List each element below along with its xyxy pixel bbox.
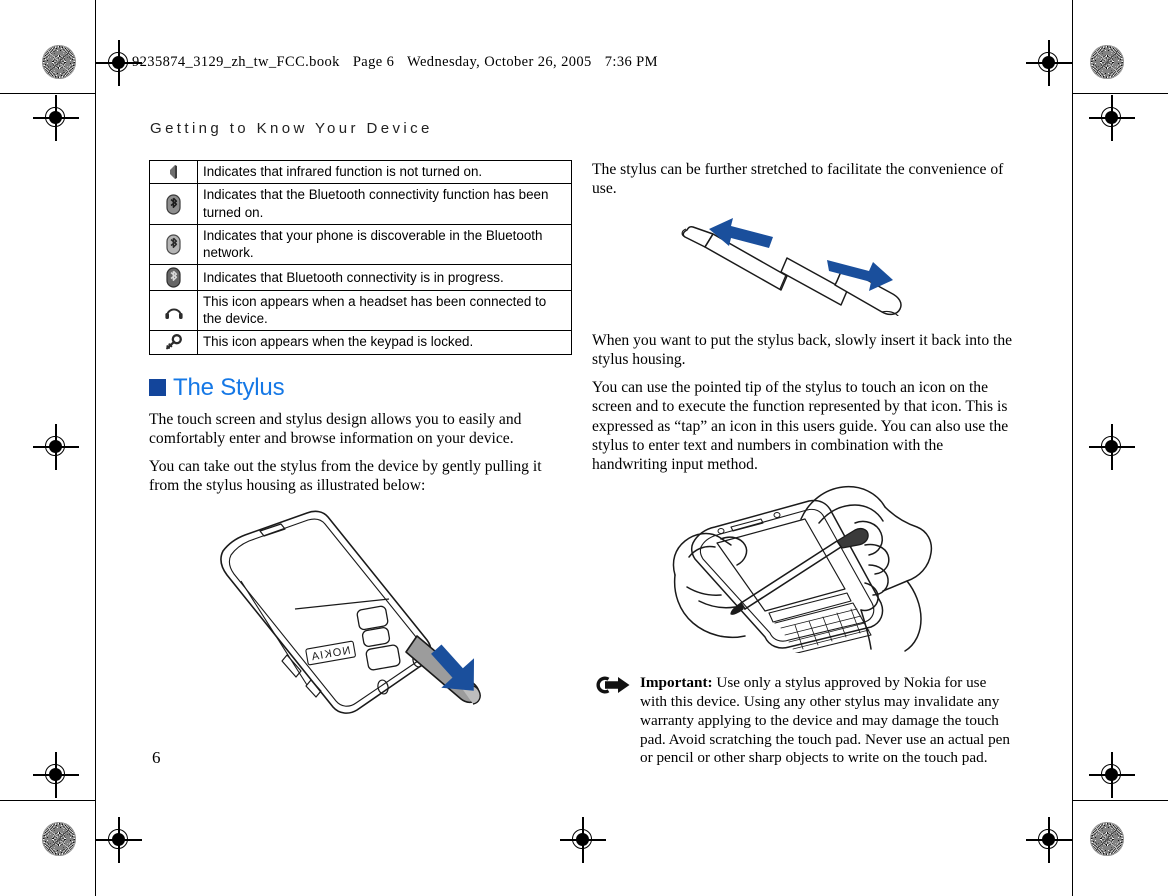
registration-mark-left-middle [33, 424, 79, 470]
table-row: Indicates that infrared function is not … [149, 159, 572, 185]
infrared-off-icon [149, 159, 198, 185]
registration-mark-top-right [1026, 40, 1072, 86]
figure-stylus-stretch [592, 208, 1016, 331]
document-page: 9235874_3129_zh_tw_FCC.book Page 6 Wedne… [0, 0, 1168, 896]
section-heading: The Stylus [149, 373, 572, 401]
right-column: The stylus can be further stretched to f… [592, 160, 1016, 768]
table-cell-description: Indicates that the Bluetooth connectivit… [197, 183, 572, 225]
figure-hands-tapping [592, 483, 1016, 658]
table-row: Indicates that Bluetooth connectivity is… [149, 264, 572, 292]
table-row: This icon appears when a headset has bee… [149, 290, 572, 332]
left-column: Indicates that infrared function is not … [149, 159, 572, 731]
star-target-bottom-right [1090, 822, 1124, 856]
trim-line-bottom-left [0, 800, 96, 802]
table-row: Indicates that your phone is discoverabl… [149, 223, 572, 266]
registration-mark-bottom-right [1026, 817, 1072, 863]
registration-mark-left-top [33, 95, 79, 141]
important-note: Important: Use only a stylus approved by… [592, 674, 1016, 768]
important-arrow-icon [594, 675, 632, 701]
paragraph-put-back: When you want to put the stylus back, sl… [592, 331, 1013, 368]
registration-mark-bottom-left [96, 817, 142, 863]
page-number: 6 [152, 748, 161, 767]
table-cell-description: Indicates that your phone is discoverabl… [197, 223, 572, 266]
section-heading-text: The Stylus [173, 373, 285, 401]
important-label: Important: [640, 674, 713, 692]
headset-icon [149, 290, 198, 332]
table-cell-description: Indicates that Bluetooth connectivity is… [197, 264, 572, 292]
bluetooth-active-icon [149, 264, 198, 292]
heading-square-bullet-icon [149, 379, 166, 397]
star-target-top-right [1090, 45, 1124, 79]
paragraph-stylus-stretch: The stylus can be further stretched to f… [592, 161, 1004, 198]
paragraph-take-out-stylus: You can take out the stylus from the dev… [149, 458, 542, 495]
registration-mark-right-bottom [1089, 752, 1135, 798]
header-date: Wednesday, October 26, 2005 [407, 54, 592, 70]
trim-line-left-vertical [95, 0, 97, 896]
table-cell-description: Indicates that infrared function is not … [197, 159, 572, 185]
table-row: This icon appears when the keypad is loc… [149, 330, 572, 355]
book-file-header: 9235874_3129_zh_tw_FCC.book Page 6 Wedne… [132, 54, 658, 71]
registration-mark-right-top [1089, 95, 1135, 141]
bluetooth-on-icon [149, 183, 198, 225]
paragraph-touch-screen: The touch screen and stylus design allow… [149, 410, 522, 447]
header-page-label: Page 6 [352, 54, 395, 70]
running-head: Getting to Know Your Device [150, 120, 433, 137]
star-target-top-left [42, 45, 76, 79]
header-filename: 9235874_3129_zh_tw_FCC.book [132, 54, 340, 70]
trim-line-top-left [0, 93, 96, 95]
registration-mark-bottom-center [560, 817, 606, 863]
registration-mark-right-middle [1089, 424, 1135, 470]
trim-line-top-right [1072, 93, 1168, 95]
table-cell-description: This icon appears when a headset has bee… [197, 290, 572, 332]
status-icon-table: Indicates that infrared function is not … [149, 159, 572, 355]
key-lock-icon [149, 330, 198, 355]
bluetooth-discoverable-icon [149, 223, 198, 266]
paragraph-tap-usage: You can use the pointed tip of the stylu… [592, 379, 1009, 473]
table-row: Indicates that the Bluetooth connectivit… [149, 183, 572, 225]
trim-line-right-vertical [1072, 0, 1074, 896]
table-cell-description: This icon appears when the keypad is loc… [197, 330, 572, 355]
star-target-bottom-left [42, 822, 76, 856]
trim-line-bottom-right [1072, 800, 1168, 802]
figure-device-stylus-pullout: NOKIA [149, 505, 572, 725]
registration-mark-left-bottom [33, 752, 79, 798]
header-time: 7:36 PM [604, 54, 658, 70]
